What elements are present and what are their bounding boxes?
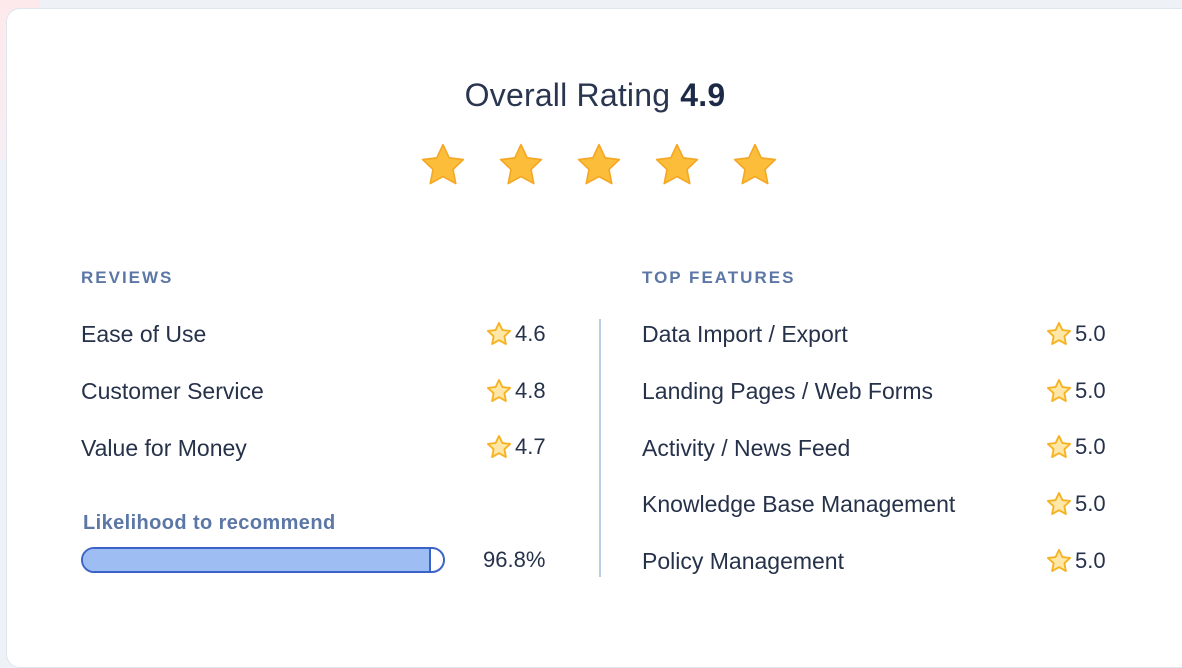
review-label-customer-service: Customer Service <box>81 378 264 404</box>
overall-rating-score: 4.9 <box>680 77 726 113</box>
reviews-section-title: REVIEWS <box>81 268 174 287</box>
rating-value: 5.0 <box>1075 434 1106 459</box>
feature-rating-policy-management: 5.0 <box>1045 547 1106 575</box>
feature-rating-data-import-export: 5.0 <box>1045 320 1106 348</box>
star-outline-icon <box>1045 320 1075 348</box>
star-icon <box>497 141 545 189</box>
rating-value: 4.8 <box>515 378 546 403</box>
feature-label-policy-management: Policy Management <box>642 548 844 574</box>
review-rating-customer-service: 4.8 <box>485 377 546 405</box>
feature-label-data-import-export: Data Import / Export <box>642 321 848 347</box>
feature-rating-knowledge-base-management: 5.0 <box>1045 490 1106 518</box>
review-rating-value-for-money: 4.7 <box>485 433 546 461</box>
rating-value: 5.0 <box>1075 491 1106 516</box>
column-divider <box>599 319 601 577</box>
rating-value: 5.0 <box>1075 548 1106 573</box>
top-features-section-title: TOP FEATURES <box>642 268 796 287</box>
star-outline-icon <box>485 433 515 461</box>
likelihood-label: Likelihood to recommend <box>83 512 336 534</box>
likelihood-progress-bar <box>81 547 445 573</box>
star-icon <box>575 141 623 189</box>
star-outline-icon <box>1045 433 1075 461</box>
star-outline-icon <box>1045 547 1075 575</box>
review-rating-ease-of-use: 4.6 <box>485 320 546 348</box>
star-outline-icon <box>1045 490 1075 518</box>
likelihood-progress-fill <box>83 549 432 571</box>
feature-label-landing-pages-web-forms: Landing Pages / Web Forms <box>642 378 934 404</box>
feature-label-activity-news-feed: Activity / News Feed <box>642 435 851 461</box>
rating-value: 4.6 <box>515 321 546 346</box>
rating-value: 5.0 <box>1075 321 1106 346</box>
star-outline-icon <box>1045 377 1075 405</box>
overall-rating-label: Overall Rating <box>464 77 671 113</box>
feature-rating-activity-news-feed: 5.0 <box>1045 433 1106 461</box>
rating-value: 4.7 <box>515 434 546 459</box>
star-icon <box>731 141 779 189</box>
overall-star-rating <box>419 141 779 189</box>
likelihood-percentage: 96.8% <box>483 547 546 572</box>
star-icon <box>653 141 701 189</box>
feature-label-knowledge-base-management: Knowledge Base Management <box>642 491 956 517</box>
rating-value: 5.0 <box>1075 378 1106 403</box>
rating-card: Overall Rating 4.9 REVIEWS Ease of Use 4.… <box>6 8 1182 668</box>
review-label-ease-of-use: Ease of Use <box>81 321 207 347</box>
feature-rating-landing-pages-web-forms: 5.0 <box>1045 377 1106 405</box>
star-outline-icon <box>485 320 515 348</box>
star-icon <box>419 141 467 189</box>
review-label-value-for-money: Value for Money <box>81 435 247 461</box>
star-outline-icon <box>485 377 515 405</box>
overall-rating-heading: Overall Rating 4.9 <box>7 77 1182 114</box>
